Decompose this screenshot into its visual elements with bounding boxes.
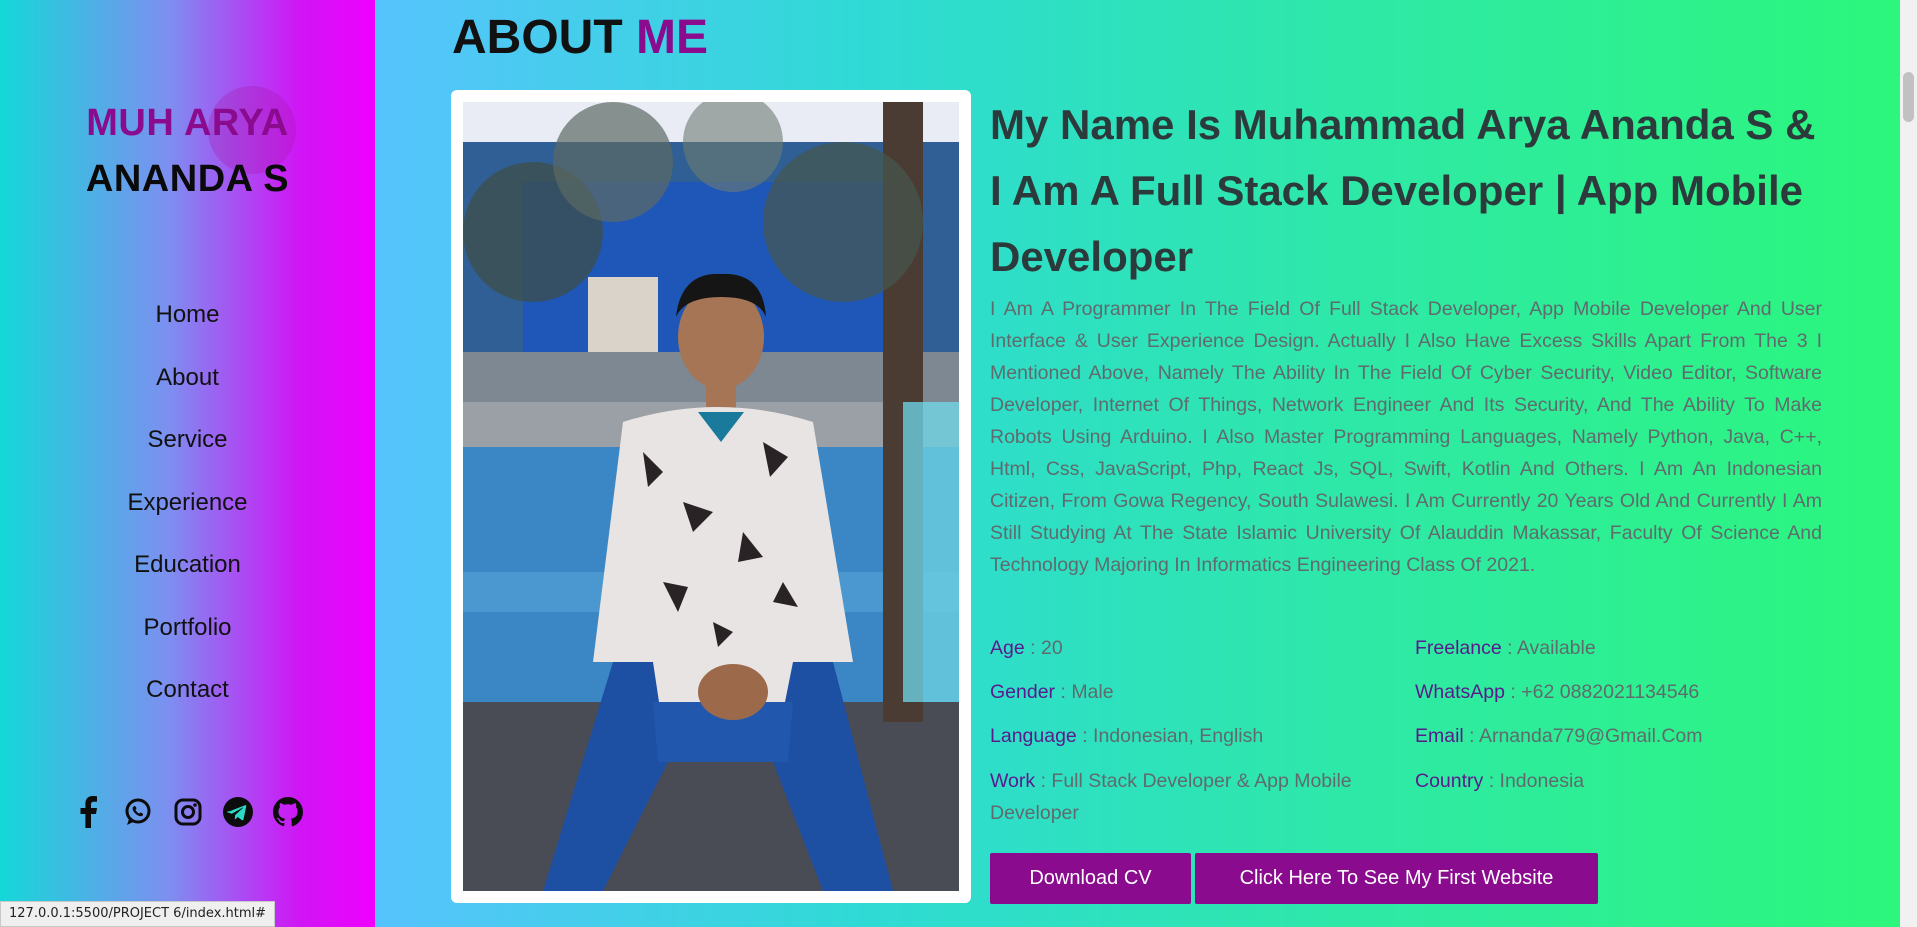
- nav-item-education[interactable]: Education: [0, 543, 375, 606]
- page-scrollbar[interactable]: [1900, 0, 1917, 927]
- profile-photo-illustration: [463, 102, 959, 891]
- section-title-part2: ME: [636, 11, 708, 64]
- profile-photo-card: [451, 90, 971, 903]
- nav-item-experience[interactable]: Experience: [0, 481, 375, 544]
- section-title-part1: ABOUT: [452, 11, 623, 64]
- info-language-value: Indonesian, English: [1093, 725, 1264, 747]
- profile-photo: [463, 102, 959, 891]
- nav-item-home[interactable]: Home: [0, 293, 375, 356]
- info-work: Work : Full Stack Developer & App Mobile…: [990, 770, 1352, 824]
- info-country-value: Indonesia: [1499, 770, 1585, 792]
- social-links: [70, 794, 306, 830]
- info-work-value: Full Stack Developer & App Mobile Develo…: [990, 770, 1352, 824]
- info-email-label: Email: [1415, 725, 1464, 747]
- sidebar: MUH ARYA ANANDA S Home About Service Exp…: [0, 0, 375, 927]
- info-freelance-label: Freelance: [1415, 637, 1502, 659]
- info-work-label: Work: [990, 770, 1036, 792]
- info-age-value: 20: [1040, 637, 1063, 659]
- info-age: Age : 20: [990, 637, 1063, 659]
- info-country-label: Country: [1415, 770, 1484, 792]
- scrollbar-thumb[interactable]: [1903, 72, 1914, 122]
- info-language-label: Language: [990, 725, 1077, 747]
- profile-bio: I Am A Programmer In The Field Of Full S…: [990, 298, 1822, 576]
- info-email: Email : Arnanda779@Gmail.Com: [1415, 725, 1703, 747]
- info-whatsapp: WhatsApp : +62 0882021134546: [1415, 681, 1700, 703]
- nav-item-contact[interactable]: Contact: [0, 668, 375, 731]
- facebook-icon[interactable]: [70, 794, 106, 830]
- info-language: Language : Indonesian, English: [990, 725, 1264, 747]
- info-country: Country : Indonesia: [1415, 770, 1585, 792]
- nav-item-portfolio[interactable]: Portfolio: [0, 606, 375, 669]
- status-bar-url: 127.0.0.1:5500/PROJECT 6/index.html#: [0, 901, 276, 927]
- nav-item-service[interactable]: Service: [0, 418, 375, 481]
- profile-headline: My Name Is Muhammad Arya Ananda S & I Am…: [990, 101, 1816, 280]
- info-age-label: Age: [990, 637, 1025, 659]
- instagram-icon[interactable]: [170, 794, 206, 830]
- info-freelance: Freelance : Available: [1415, 637, 1596, 659]
- section-title: ABOUT ME: [452, 10, 708, 65]
- info-whatsapp-value: +62 0882021134546: [1521, 681, 1700, 703]
- whatsapp-icon[interactable]: [120, 794, 156, 830]
- github-icon[interactable]: [270, 794, 306, 830]
- info-email-value: Arnanda779@Gmail.Com: [1478, 725, 1703, 747]
- info-gender-label: Gender: [990, 681, 1056, 703]
- brand-name-line1[interactable]: MUH ARYA: [0, 102, 375, 145]
- telegram-icon[interactable]: [220, 794, 256, 830]
- info-whatsapp-label: WhatsApp: [1415, 681, 1505, 703]
- info-gender: Gender : Male: [990, 681, 1114, 703]
- info-freelance-value: Available: [1516, 637, 1596, 659]
- download-cv-button[interactable]: Download CV: [990, 853, 1191, 904]
- first-website-button[interactable]: Click Here To See My First Website: [1195, 853, 1598, 904]
- info-gender-value: Male: [1071, 681, 1114, 703]
- main-nav: Home About Service Experience Education …: [0, 293, 375, 731]
- brand-name-line2[interactable]: ANANDA S: [0, 158, 375, 201]
- nav-item-about[interactable]: About: [0, 356, 375, 419]
